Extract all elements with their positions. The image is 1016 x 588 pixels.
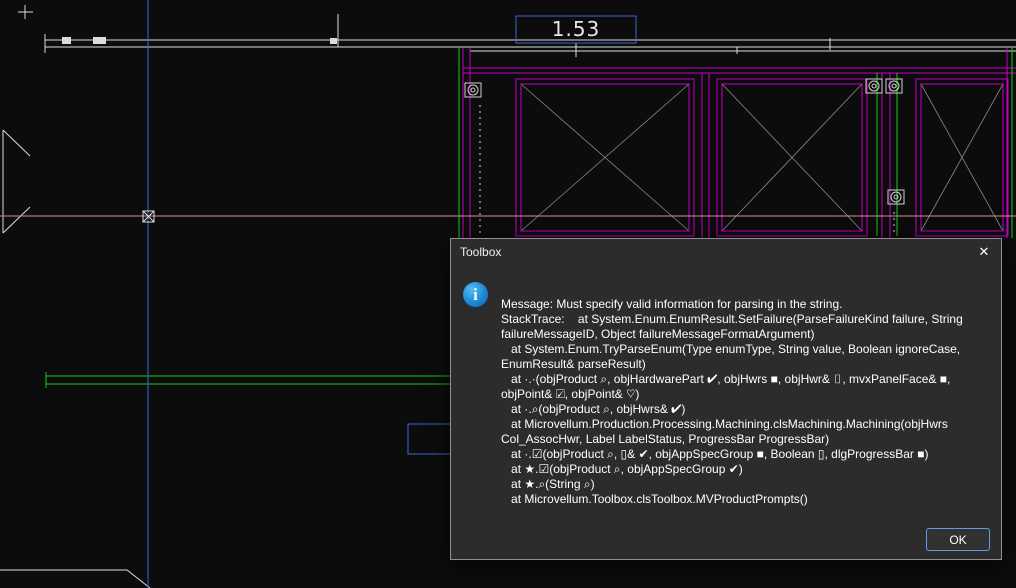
toolbox-dialog: Toolbox ✕ i Message: Must specify valid … [450,238,1002,560]
error-message: Message: Must specify valid information … [501,297,963,506]
info-icon: i [463,282,488,307]
dimension-label: 1.53 [551,17,601,41]
dialog-title: Toolbox [460,245,502,259]
dialog-titlebar[interactable]: Toolbox ✕ [451,239,1001,265]
diagonal-braces [520,83,1004,232]
ok-button[interactable]: OK [926,528,990,551]
info-icon-glyph: i [473,285,478,304]
cad-canvas[interactable]: 1.53 Toolbox ✕ i Message: Must specify v… [0,0,1016,588]
dialog-content: i Message: Must specify valid informatio… [451,265,1001,521]
hardware-icons [464,78,905,205]
close-icon[interactable]: ✕ [967,239,1001,265]
dashed-lines [479,105,895,233]
